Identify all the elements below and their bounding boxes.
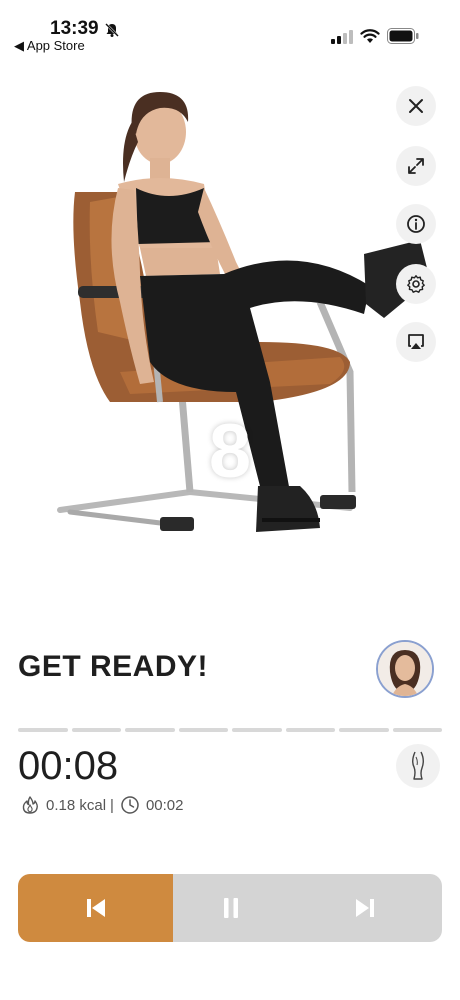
leg-icon xyxy=(412,751,424,780)
back-to-app-store-link[interactable]: ◀ App Store xyxy=(14,38,85,54)
info-button[interactable] xyxy=(396,204,436,244)
next-icon xyxy=(356,899,374,917)
fullscreen-button[interactable] xyxy=(396,146,436,186)
airplay-icon xyxy=(408,334,424,349)
flame-icon xyxy=(22,796,38,814)
wifi-icon xyxy=(360,29,380,43)
trainer-avatar[interactable] xyxy=(376,640,434,698)
stats-separator: | xyxy=(110,796,114,814)
playback-controls xyxy=(18,874,442,942)
previous-icon xyxy=(86,899,105,917)
progress-segment xyxy=(285,728,335,732)
settings-icon xyxy=(407,275,425,293)
expand-icon xyxy=(408,158,424,174)
status-bar: 13:39 ◀ App Store xyxy=(0,0,460,60)
progress-segment xyxy=(392,728,442,732)
exercise-title: GET READY! xyxy=(18,650,209,683)
duration-value: 00:02 xyxy=(145,796,184,814)
trainer-portrait xyxy=(378,642,432,696)
progress-segment xyxy=(71,728,121,732)
settings-button[interactable] xyxy=(396,264,436,304)
exercise-progress-bar xyxy=(18,728,442,732)
progress-segment xyxy=(18,728,68,732)
previous-button[interactable] xyxy=(18,874,173,942)
progress-segment xyxy=(232,728,282,732)
muscle-target-button[interactable] xyxy=(396,744,440,788)
signal-icon xyxy=(331,30,353,44)
status-time: 13:39 xyxy=(50,18,99,39)
close-button[interactable] xyxy=(396,86,436,126)
calories-value: 0.18 kcal xyxy=(46,796,107,814)
exercise-stats: 0.18 kcal | 00:02 xyxy=(20,794,184,816)
clock-icon xyxy=(121,796,139,814)
progress-segment xyxy=(339,728,389,732)
airplay-button[interactable] xyxy=(396,322,436,362)
timer-display: 00:08 xyxy=(18,744,119,788)
pause-icon xyxy=(223,898,238,918)
progress-segment xyxy=(178,728,228,732)
battery-icon xyxy=(387,28,419,44)
exercise-video[interactable]: 8 xyxy=(0,72,460,552)
next-button[interactable] xyxy=(288,874,442,942)
info-icon xyxy=(407,215,425,233)
progress-segment xyxy=(125,728,175,732)
countdown-number: 8 xyxy=(208,409,252,494)
pause-button[interactable] xyxy=(173,874,288,942)
bell-muted-icon xyxy=(105,23,119,37)
close-icon xyxy=(409,99,423,113)
